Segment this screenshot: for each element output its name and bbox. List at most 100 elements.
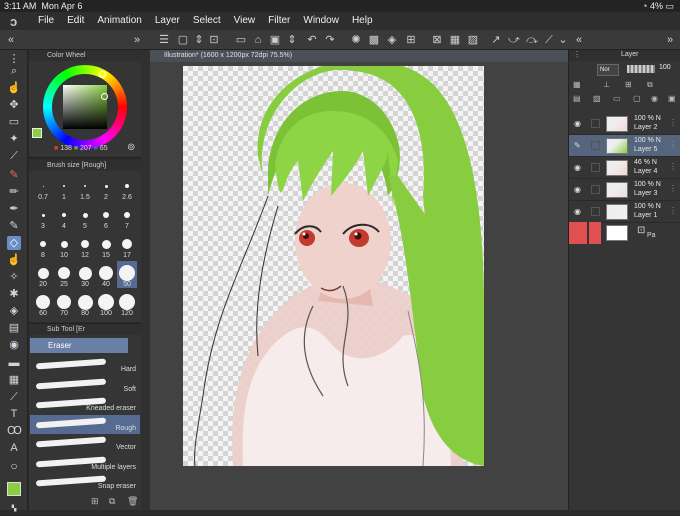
document-tab[interactable]: Illustration* (1600 x 1200px 72dpi 75.5%… bbox=[150, 50, 568, 62]
eraser-option[interactable]: Soft bbox=[30, 376, 140, 395]
brush-size-option[interactable]: 6 bbox=[96, 203, 116, 230]
ruler-tool-icon[interactable]: ⟋ bbox=[7, 390, 21, 404]
fit-screen-icon[interactable]: ⊡ bbox=[207, 33, 221, 47]
new-vector-layer-icon[interactable]: ▧ bbox=[593, 94, 601, 103]
layer-clip-icon[interactable]: ▦ bbox=[573, 80, 581, 89]
brush-size-option[interactable]: 8 bbox=[33, 232, 53, 259]
eyedropper-tool-icon[interactable]: ⟋ bbox=[7, 149, 21, 163]
brush-size-option[interactable]: 40 bbox=[96, 261, 116, 288]
brush-size-option[interactable]: 50 bbox=[117, 261, 137, 288]
layer-grip-icon[interactable]: ⋮ bbox=[669, 162, 677, 171]
layer-mask-icon[interactable]: ⧉ bbox=[647, 80, 653, 90]
opacity-slider[interactable] bbox=[627, 65, 655, 73]
transform-icon[interactable]: ⊞ bbox=[404, 33, 418, 47]
menu-select[interactable]: Select bbox=[193, 15, 221, 26]
layer-grip-icon[interactable]: ⋮ bbox=[669, 184, 677, 193]
correction-icon[interactable]: ⤻ bbox=[507, 33, 521, 47]
eye-icon[interactable]: ◉ bbox=[574, 163, 581, 172]
eraser-option[interactable]: Hard bbox=[30, 356, 140, 375]
clear-selection-icon[interactable]: ▩ bbox=[367, 33, 381, 47]
balloon-tool-icon[interactable]: Ꝏ bbox=[7, 424, 22, 438]
menu-layer[interactable]: Layer bbox=[155, 15, 180, 26]
collapse-left-icon[interactable]: « bbox=[4, 33, 18, 47]
speech-balloon-icon[interactable]: ○ bbox=[7, 459, 21, 473]
layer-row[interactable]: ◉ 100 % N Layer 1 ⋮ bbox=[569, 201, 680, 223]
text-tool-icon[interactable]: T bbox=[7, 407, 21, 421]
add-subtool-icon[interactable]: ⊞ bbox=[91, 496, 99, 507]
app-logo-icon[interactable]: ↄ bbox=[10, 14, 24, 29]
saturation-value-square[interactable] bbox=[63, 85, 107, 129]
decoration-tool-icon[interactable]: ✧ bbox=[7, 270, 21, 284]
save-icon[interactable]: ▣ bbox=[268, 33, 282, 47]
pen-tool-icon[interactable]: ✎ bbox=[7, 168, 21, 182]
layer-lock-checkbox[interactable] bbox=[591, 163, 600, 172]
blend-tool-icon[interactable]: ☝ bbox=[7, 253, 21, 267]
new-folder-icon[interactable]: ▭ bbox=[613, 94, 621, 103]
brush-size-option[interactable]: 100 bbox=[96, 290, 116, 317]
layer-row[interactable]: ◉ 100 % N Layer 2 ⋮ bbox=[569, 113, 680, 135]
brush-size-option[interactable]: 2 bbox=[96, 174, 116, 201]
delete-subtool-icon[interactable]: 🗑 bbox=[127, 496, 138, 507]
eraser-option[interactable]: Snap eraser bbox=[30, 473, 140, 492]
paper-layer-eye[interactable] bbox=[569, 222, 587, 244]
move-tool-icon[interactable]: ☝ bbox=[7, 81, 21, 95]
zoom-stepper-icon[interactable]: ⇕ bbox=[192, 33, 206, 47]
brush-size-option[interactable]: 1 bbox=[54, 174, 74, 201]
color-wheel[interactable] bbox=[43, 65, 127, 149]
hamburger-menu-icon[interactable]: ☰ bbox=[157, 33, 171, 47]
undo-icon[interactable]: ↶ bbox=[305, 33, 319, 47]
brush-size-option[interactable]: 20 bbox=[33, 261, 53, 288]
layer-ref-icon[interactable]: ⊥ bbox=[603, 80, 610, 89]
lasso-tool-icon[interactable]: ▭ bbox=[7, 115, 21, 129]
eraser-option[interactable]: Kneaded eraser bbox=[30, 395, 140, 414]
layer-row[interactable]: ✎ 100 % N Layer 5 ⋮ bbox=[569, 135, 680, 157]
duplicate-subtool-icon[interactable]: ⧉ bbox=[109, 496, 115, 507]
deselect-icon[interactable]: ✺ bbox=[349, 33, 363, 47]
eraser-option[interactable]: Multiple layers bbox=[30, 454, 140, 473]
brush-size-option[interactable]: 12 bbox=[75, 232, 95, 259]
hue-handle[interactable] bbox=[99, 71, 106, 78]
snap-ruler-icon[interactable]: ▨ bbox=[466, 33, 480, 47]
paper-layer[interactable]: ⊡ Pa bbox=[569, 222, 680, 244]
swap-color-icon[interactable]: ▚ bbox=[7, 502, 21, 516]
gradient-tool-icon[interactable]: ▤ bbox=[7, 321, 21, 335]
star-tool-icon[interactable]: ✱ bbox=[7, 287, 21, 301]
figure-tool-icon[interactable]: ▬ bbox=[7, 356, 21, 370]
layer-row[interactable]: ◉ 46 % N Layer 4 ⋮ bbox=[569, 157, 680, 179]
brush-size-option[interactable]: 5 bbox=[75, 203, 95, 230]
sub-tool-group[interactable]: Eraser bbox=[30, 338, 128, 353]
redo-icon[interactable]: ↷ bbox=[323, 33, 337, 47]
brush-size-option[interactable]: 15 bbox=[96, 232, 116, 259]
apply-mask-icon[interactable]: ◉ bbox=[651, 94, 658, 103]
menu-filter[interactable]: Filter bbox=[268, 15, 290, 26]
stabilizer-icon[interactable]: ↗ bbox=[489, 33, 503, 47]
menu-animation[interactable]: Animation bbox=[97, 15, 141, 26]
layer-lock-checkbox[interactable] bbox=[591, 119, 600, 128]
layer-lock-checkbox[interactable] bbox=[591, 207, 600, 216]
layer-grip-icon[interactable]: ⋮ bbox=[669, 140, 677, 149]
main-color-swatch[interactable] bbox=[7, 482, 21, 496]
brush-size-option[interactable]: 4 bbox=[54, 203, 74, 230]
collapse-right-icon-2[interactable]: » bbox=[663, 33, 677, 47]
delete-layer-icon[interactable]: ▣ bbox=[668, 94, 676, 103]
menu-help[interactable]: Help bbox=[352, 15, 373, 26]
menu-window[interactable]: Window bbox=[303, 15, 339, 26]
brush-size-option[interactable]: 70 bbox=[54, 290, 74, 317]
brush-size-option[interactable]: 1.5 bbox=[75, 174, 95, 201]
brush-tool-icon[interactable]: ✒ bbox=[7, 202, 21, 216]
frame-tool-icon[interactable]: ▦ bbox=[7, 373, 21, 387]
menu-view[interactable]: View bbox=[234, 15, 256, 26]
brush-size-option[interactable]: 7 bbox=[117, 203, 137, 230]
brush-size-option[interactable]: 80 bbox=[75, 290, 95, 317]
paper-layer-lock[interactable] bbox=[589, 222, 601, 244]
eye-icon[interactable]: ◉ bbox=[574, 207, 581, 216]
current-color-swatch[interactable] bbox=[32, 128, 42, 138]
brush-size-option[interactable]: 120 bbox=[117, 290, 137, 317]
airbrush-tool-icon[interactable]: ✎ bbox=[7, 219, 21, 233]
paint-bucket-icon[interactable]: ◉ bbox=[7, 338, 21, 352]
open-folder-icon[interactable]: ⌂ bbox=[251, 33, 265, 47]
brush-size-option[interactable]: 0.7 bbox=[33, 174, 53, 201]
brush-size-option[interactable]: 30 bbox=[75, 261, 95, 288]
new-file-icon[interactable]: ▢ bbox=[176, 33, 190, 47]
layer-grip-icon[interactable]: ⋮ bbox=[669, 118, 677, 127]
